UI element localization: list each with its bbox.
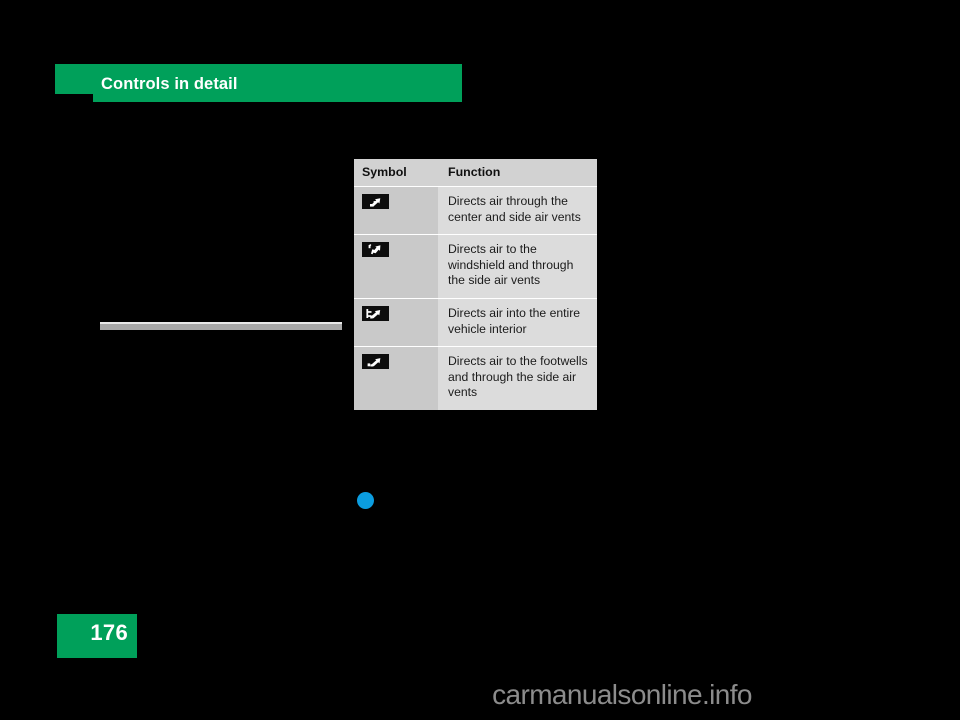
table-row: Directs air to the footwells and through… (354, 346, 597, 410)
table-row: Directs air through the center and side … (354, 186, 597, 236)
column-header-function: Function (438, 159, 597, 187)
bullet-dot-icon (357, 492, 374, 509)
section-divider-rule (100, 322, 342, 330)
watermark-text: carmanualsonline.info (492, 679, 752, 710)
function-cell: Directs air through the center and side … (438, 186, 597, 236)
table-header-row: Symbol Function (354, 159, 597, 187)
air-vent-center-and-side-icon (362, 194, 389, 209)
symbol-function-table: Symbol Function Directs air through the … (354, 159, 597, 410)
watermark: carmanualsonline.info (0, 679, 960, 711)
air-vent-footwell-and-side-icon (362, 354, 389, 370)
function-cell: Directs air to the windshield and throug… (438, 234, 597, 299)
column-header-symbol: Symbol (354, 159, 438, 187)
table-row: Directs air into the entire vehicle inte… (354, 298, 597, 348)
symbol-cell (354, 298, 438, 348)
manual-page: Controls in detail Symbol Function Direc… (0, 0, 960, 720)
function-cell: Directs air into the entire vehicle inte… (438, 298, 597, 348)
table-row: Directs air to the windshield and throug… (354, 234, 597, 299)
page-number: 176 (90, 620, 128, 645)
function-cell: Directs air to the footwells and through… (438, 346, 597, 410)
air-vent-windshield-and-side-icon (362, 242, 389, 258)
air-vent-entire-interior-icon (362, 305, 389, 321)
symbol-cell (354, 186, 438, 236)
symbol-cell (354, 234, 438, 299)
symbol-cell (354, 346, 438, 410)
chapter-header-notch (55, 94, 93, 103)
page-title: Controls in detail (101, 75, 238, 93)
